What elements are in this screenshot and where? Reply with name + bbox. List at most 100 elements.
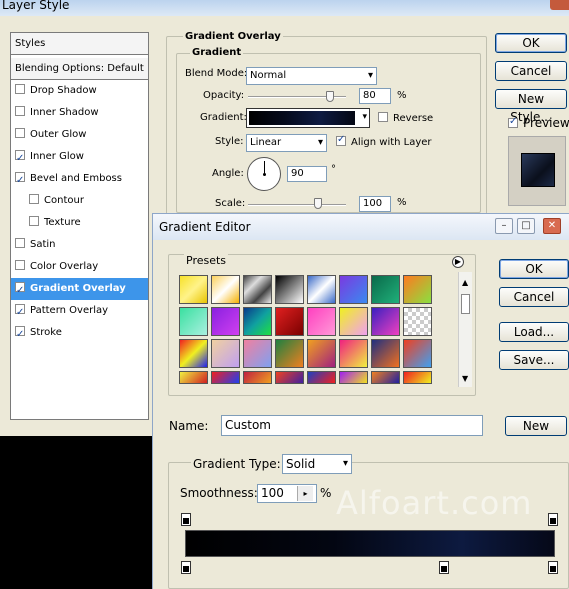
align-with-layer-label: Align with Layer xyxy=(351,137,432,148)
opacity-stop-left[interactable] xyxy=(181,513,191,526)
preset-swatch[interactable] xyxy=(211,371,240,384)
preset-swatch[interactable] xyxy=(307,275,336,304)
load-button[interactable]: Load... xyxy=(499,322,569,342)
minimize-icon[interactable]: – xyxy=(495,218,513,234)
preset-swatch[interactable] xyxy=(179,307,208,336)
preset-swatch[interactable] xyxy=(307,339,336,368)
styles-list: Styles Blending Options: Default Drop Sh… xyxy=(10,32,149,420)
preset-swatch[interactable] xyxy=(275,275,304,304)
scale-input[interactable]: 100 xyxy=(359,196,391,212)
style-checkbox[interactable] xyxy=(15,106,25,116)
style-item-inner-glow[interactable]: Inner Glow xyxy=(11,146,148,170)
preset-swatch[interactable] xyxy=(371,371,400,384)
style-checkbox[interactable] xyxy=(29,194,39,204)
style-select[interactable]: Linear xyxy=(246,134,327,152)
reverse-label: Reverse xyxy=(393,113,434,124)
preset-swatch[interactable] xyxy=(339,339,368,368)
style-item-outer-glow[interactable]: Outer Glow xyxy=(11,124,148,146)
style-checkbox[interactable] xyxy=(15,128,25,138)
preset-swatch[interactable] xyxy=(339,307,368,336)
scale-slider[interactable] xyxy=(248,204,346,206)
preset-swatch[interactable] xyxy=(243,339,272,368)
presets-scrollbar[interactable]: ▲ ▼ xyxy=(458,272,472,387)
scroll-down-icon[interactable]: ▼ xyxy=(462,374,468,383)
preset-swatch[interactable] xyxy=(371,275,400,304)
preset-swatch[interactable] xyxy=(211,275,240,304)
style-item-inner-shadow[interactable]: Inner Shadow xyxy=(11,102,148,124)
layer-style-cancel-button[interactable]: Cancel xyxy=(495,61,567,81)
preset-swatch[interactable] xyxy=(403,307,432,336)
style-item-pattern-overlay[interactable]: Pattern Overlay xyxy=(11,300,148,324)
gradient-cancel-button[interactable]: Cancel xyxy=(499,287,569,307)
style-item-bevel-and-emboss[interactable]: Bevel and Emboss xyxy=(11,168,148,192)
preset-swatch[interactable] xyxy=(403,339,432,368)
preset-swatch[interactable] xyxy=(371,307,400,336)
save-button[interactable]: Save... xyxy=(499,350,569,370)
smoothness-arrow-icon[interactable]: ▸ xyxy=(297,486,313,501)
opacity-input[interactable]: 80 xyxy=(359,88,391,104)
layer-style-titlebar: Layer Style xyxy=(0,0,569,16)
maximize-icon[interactable]: □ xyxy=(517,218,535,234)
preset-swatch[interactable] xyxy=(211,307,240,336)
style-item-drop-shadow[interactable]: Drop Shadow xyxy=(11,80,148,102)
preset-swatch[interactable] xyxy=(243,275,272,304)
preset-swatch[interactable] xyxy=(403,371,432,384)
styles-header[interactable]: Styles xyxy=(11,33,148,55)
style-checkbox[interactable] xyxy=(29,216,39,226)
preset-swatch[interactable] xyxy=(307,307,336,336)
scroll-up-icon[interactable]: ▲ xyxy=(462,278,468,287)
style-checkbox[interactable] xyxy=(15,148,25,170)
close-icon[interactable] xyxy=(550,0,569,10)
blending-options[interactable]: Blending Options: Default xyxy=(11,58,148,80)
style-item-texture[interactable]: Texture xyxy=(11,212,148,234)
blend-mode-select[interactable]: Normal xyxy=(246,67,377,85)
preset-swatch[interactable] xyxy=(339,275,368,304)
preset-swatch[interactable] xyxy=(275,307,304,336)
preset-swatch[interactable] xyxy=(211,339,240,368)
angle-input[interactable]: 90 xyxy=(287,166,327,182)
preset-swatch[interactable] xyxy=(371,339,400,368)
gradient-type-select[interactable]: Solid xyxy=(282,454,352,474)
presets-menu-icon[interactable]: ▶ xyxy=(452,256,464,268)
style-item-stroke[interactable]: Stroke xyxy=(11,322,148,346)
preset-swatch[interactable] xyxy=(243,307,272,336)
layer-style-ok-button[interactable]: OK xyxy=(495,33,567,53)
gradient-ok-button[interactable]: OK xyxy=(499,259,569,279)
style-checkbox[interactable] xyxy=(15,170,25,192)
align-with-layer-checkbox[interactable] xyxy=(336,134,346,146)
scroll-thumb[interactable] xyxy=(461,294,470,314)
style-item-contour[interactable]: Contour xyxy=(11,190,148,212)
preset-swatch[interactable] xyxy=(275,339,304,368)
new-style-button[interactable]: New Style... xyxy=(495,89,567,124)
style-item-gradient-overlay[interactable]: Gradient Overlay xyxy=(11,278,148,302)
style-checkbox[interactable] xyxy=(15,84,25,94)
color-stop-mid[interactable] xyxy=(439,561,449,574)
preset-swatch[interactable] xyxy=(179,371,208,384)
new-gradient-button[interactable]: New xyxy=(505,416,567,436)
preset-swatch[interactable] xyxy=(403,275,432,304)
angle-dial[interactable] xyxy=(247,157,281,191)
preset-swatch[interactable] xyxy=(179,275,208,304)
preset-swatch[interactable] xyxy=(243,371,272,384)
color-stop-right[interactable] xyxy=(548,561,558,574)
opacity-slider-thumb[interactable] xyxy=(326,91,335,102)
style-item-satin[interactable]: Satin xyxy=(11,234,148,256)
style-checkbox[interactable] xyxy=(15,238,25,248)
scale-slider-thumb[interactable] xyxy=(313,198,322,209)
reverse-checkbox[interactable] xyxy=(378,112,388,122)
preset-swatch[interactable] xyxy=(179,339,208,368)
preview-checkbox[interactable] xyxy=(508,116,518,128)
name-input[interactable]: Custom xyxy=(221,415,483,436)
preset-swatch[interactable] xyxy=(275,371,304,384)
gradient-picker[interactable]: ▾ xyxy=(246,108,370,128)
preset-swatch[interactable] xyxy=(307,371,336,384)
color-stop-left[interactable] xyxy=(181,561,191,574)
opacity-stop-right[interactable] xyxy=(548,513,558,526)
style-item-color-overlay[interactable]: Color Overlay xyxy=(11,256,148,278)
style-checkbox[interactable] xyxy=(15,302,25,324)
style-checkbox[interactable] xyxy=(15,280,25,302)
style-checkbox[interactable] xyxy=(15,260,25,270)
preset-swatch[interactable] xyxy=(339,371,368,384)
style-checkbox[interactable] xyxy=(15,324,25,346)
close-icon[interactable]: ✕ xyxy=(543,218,561,234)
